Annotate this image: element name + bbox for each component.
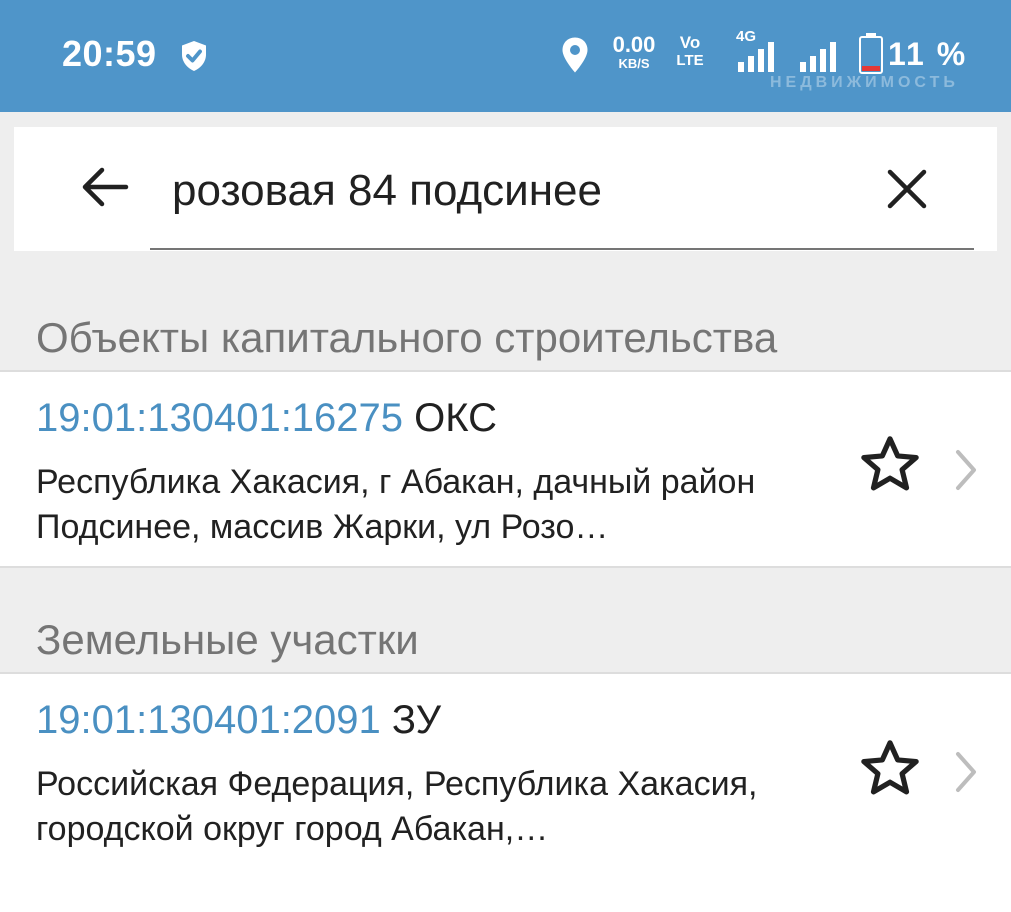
network-speed: 0.00 KB/S bbox=[612, 32, 656, 71]
result-title[interactable]: 19:01:130401:16275 ОКС bbox=[36, 396, 497, 441]
star-icon[interactable] bbox=[856, 432, 924, 503]
section-header-buildings: Объекты капитального строительства bbox=[36, 314, 778, 361]
signal-icon bbox=[738, 38, 788, 72]
object-type: ЗУ bbox=[391, 698, 442, 742]
chevron-right-icon[interactable] bbox=[952, 750, 980, 799]
back-arrow-icon[interactable] bbox=[80, 165, 130, 214]
result-title[interactable]: 19:01:130401:2091 ЗУ bbox=[36, 698, 441, 743]
result-address: Российская Федерация, Республика Хакасия… bbox=[36, 765, 758, 848]
status-time: 20:59 bbox=[62, 33, 157, 74]
star-icon[interactable] bbox=[856, 736, 924, 807]
watermark: НЕДВИЖИМОСТЬ bbox=[770, 74, 959, 91]
cadastral-number[interactable]: 19:01:130401:2091 bbox=[36, 698, 381, 742]
battery-percent: 11 % bbox=[888, 36, 968, 72]
location-icon bbox=[560, 36, 590, 79]
clear-icon[interactable] bbox=[886, 168, 928, 215]
signal-icon bbox=[800, 38, 850, 72]
section-header-land-plots: Земельные участки bbox=[36, 616, 419, 663]
battery-low-icon bbox=[858, 33, 884, 80]
status-bar: 20:59 0.00 KB/S Vo LTE 4G 11 % НЕДВИЖИМО… bbox=[0, 0, 1011, 112]
search-input[interactable]: розовая 84 подсинее bbox=[172, 166, 602, 216]
search-underline bbox=[150, 248, 974, 250]
chevron-right-icon[interactable] bbox=[952, 448, 980, 497]
volte-indicator: Vo LTE bbox=[676, 33, 704, 69]
object-type: ОКС bbox=[414, 396, 498, 440]
shield-check-icon bbox=[176, 38, 212, 79]
result-address: Республика Хакасия, г Абакан, дачный рай… bbox=[36, 463, 756, 546]
cadastral-number[interactable]: 19:01:130401:16275 bbox=[36, 396, 403, 440]
